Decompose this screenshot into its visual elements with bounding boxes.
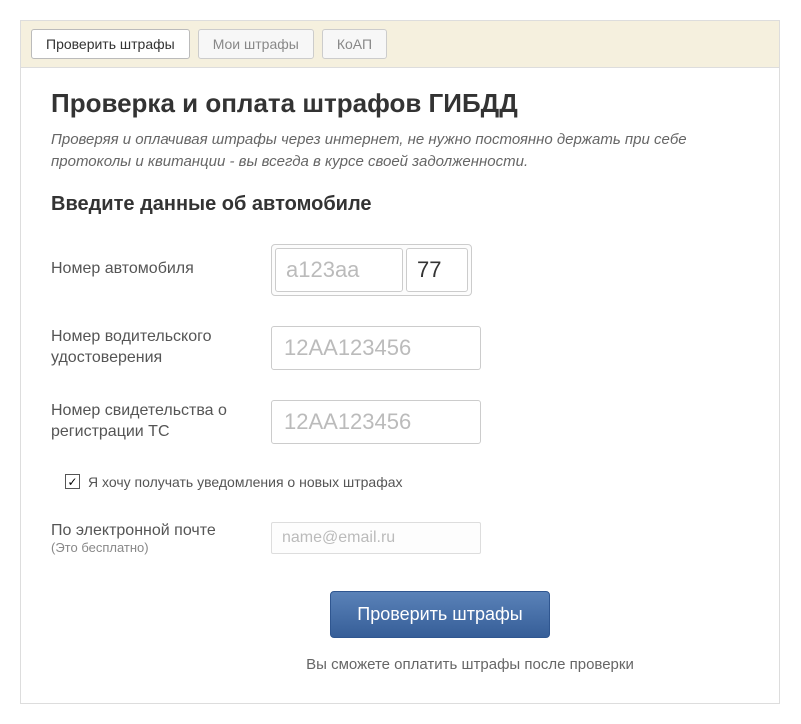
label-license: Номер водительского удостоверения (51, 327, 271, 369)
content-area: Проверка и оплата штрафов ГИБДД Проверяя… (21, 68, 779, 703)
row-license: Номер водительского удостоверения (51, 326, 749, 370)
registration-input[interactable] (271, 400, 481, 444)
main-panel: Проверить штрафы Мои штрафы КоАП Проверк… (20, 20, 780, 704)
row-registration: Номер свидетельства о регистрации ТС (51, 400, 749, 444)
row-car-number: Номер автомобиля (51, 244, 749, 296)
page-subtitle: Проверяя и оплачивая штрафы через интерн… (51, 129, 749, 173)
row-email: По электронной почте (Это бесплатно) (51, 522, 749, 555)
page-title: Проверка и оплата штрафов ГИБДД (51, 88, 749, 119)
tab-my-fines[interactable]: Мои штрафы (198, 29, 314, 59)
plate-input-group (271, 244, 472, 296)
car-number-input[interactable] (275, 248, 403, 292)
footer-note: Вы сможете оплатить штрафы после проверк… (191, 656, 749, 673)
row-notify-checkbox: ✓ Я хочу получать уведомления о новых шт… (65, 474, 749, 490)
car-region-input[interactable] (406, 248, 468, 292)
sublabel-email: (Это бесплатно) (51, 540, 271, 555)
label-email: По электронной почте (51, 522, 271, 540)
email-input[interactable] (271, 522, 481, 554)
tab-koap[interactable]: КоАП (322, 29, 387, 59)
section-heading: Введите данные об автомобиле (51, 193, 749, 216)
check-fines-button[interactable]: Проверить штрафы (330, 591, 549, 638)
label-registration: Номер свидетельства о регистрации ТС (51, 401, 271, 443)
tabs-bar: Проверить штрафы Мои штрафы КоАП (21, 21, 779, 68)
notify-checkbox-label: Я хочу получать уведомления о новых штра… (88, 474, 403, 490)
license-input[interactable] (271, 326, 481, 370)
notify-checkbox[interactable]: ✓ (65, 474, 80, 489)
tab-check-fines[interactable]: Проверить штрафы (31, 29, 190, 59)
label-car-number: Номер автомобиля (51, 259, 271, 280)
